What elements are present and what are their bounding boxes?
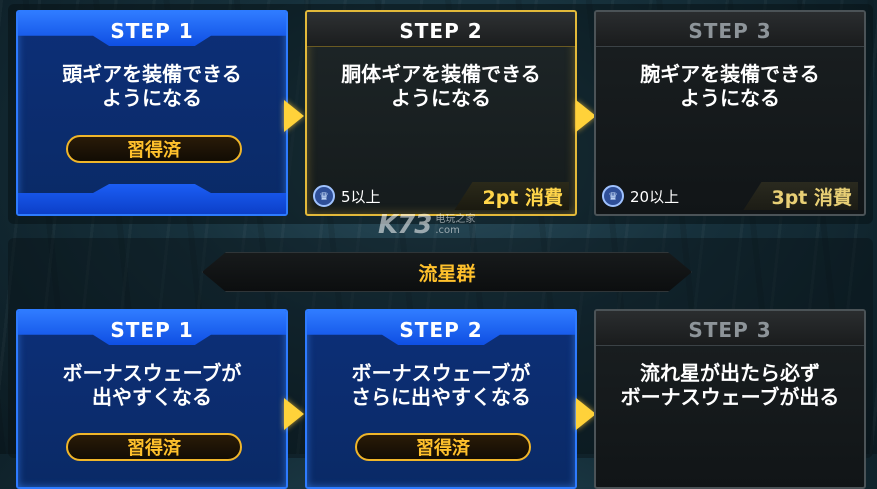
arrow-right-icon bbox=[284, 100, 304, 132]
skill-step-card-top-2[interactable]: STEP 2 胴体ギアを装備できる ようになる ♛ 5以上 2pt 消費 bbox=[305, 10, 577, 216]
site-watermark: K73 电玩之家 .com bbox=[378, 210, 475, 240]
step-description: 胴体ギアを装備できる ようになる bbox=[341, 62, 541, 110]
skill-category-banner: 流星群 bbox=[202, 252, 692, 292]
skill-step-card-bottom-1[interactable]: STEP 1 ボーナスウェーブが 出やすくなる 習得済 bbox=[16, 309, 288, 489]
learned-badge: 習得済 bbox=[66, 433, 242, 461]
step-label: STEP 2 bbox=[399, 318, 483, 342]
learned-badge: 習得済 bbox=[355, 433, 531, 461]
arrow-right-icon bbox=[284, 398, 304, 430]
watermark-subtext: 电玩之家 .com bbox=[435, 214, 476, 236]
skill-step-card-top-3[interactable]: STEP 3 腕ギアを装備できる ようになる ♛ 20以上 3pt 消費 bbox=[594, 10, 866, 216]
step-header: STEP 2 bbox=[307, 12, 575, 47]
step-label: STEP 2 bbox=[399, 19, 483, 43]
step-description: 腕ギアを装備できる ようになる bbox=[640, 62, 820, 110]
crown-badge-icon: ♛ bbox=[313, 185, 335, 207]
level-requirement: ♛ 5以上 bbox=[307, 178, 381, 214]
point-cost: 2pt 消費 bbox=[454, 182, 569, 210]
step-label: STEP 1 bbox=[110, 19, 194, 43]
cost-row: ♛ 20以上 3pt 消費 bbox=[596, 178, 864, 214]
skill-step-card-bottom-3[interactable]: STEP 3 流れ星が出たら必ず ボーナスウェーブが出る bbox=[594, 309, 866, 489]
skill-category-title: 流星群 bbox=[418, 262, 476, 285]
cost-row: ♛ 5以上 2pt 消費 bbox=[307, 178, 575, 214]
learned-badge: 習得済 bbox=[66, 135, 242, 163]
step-description: 頭ギアを装備できる ようになる bbox=[62, 62, 242, 110]
step-label: STEP 3 bbox=[688, 19, 772, 43]
skill-step-card-bottom-2[interactable]: STEP 2 ボーナスウェーブが さらに出やすくなる 習得済 bbox=[305, 309, 577, 489]
step-description: 流れ星が出たら必ず ボーナスウェーブが出る bbox=[620, 361, 840, 409]
step-label: STEP 3 bbox=[688, 318, 772, 342]
card-footer-bar bbox=[18, 184, 286, 214]
step-header: STEP 1 bbox=[18, 12, 286, 46]
watermark-logo: K73 bbox=[378, 210, 432, 240]
step-description: ボーナスウェーブが 出やすくなる bbox=[62, 361, 242, 409]
level-requirement-text: 20以上 bbox=[630, 187, 680, 206]
arrow-right-icon bbox=[576, 100, 596, 132]
step-header: STEP 3 bbox=[596, 311, 864, 346]
point-cost: 3pt 消費 bbox=[743, 182, 858, 210]
step-header: STEP 3 bbox=[596, 12, 864, 47]
arrow-right-icon bbox=[576, 398, 596, 430]
level-requirement: ♛ 20以上 bbox=[596, 178, 679, 214]
crown-badge-icon: ♛ bbox=[602, 185, 624, 207]
step-label: STEP 1 bbox=[110, 318, 194, 342]
level-requirement-text: 5以上 bbox=[341, 187, 381, 206]
step-header: STEP 2 bbox=[307, 311, 575, 345]
step-description: ボーナスウェーブが さらに出やすくなる bbox=[351, 361, 531, 409]
skill-step-card-top-1[interactable]: STEP 1 頭ギアを装備できる ようになる 習得済 bbox=[16, 10, 288, 216]
step-header: STEP 1 bbox=[18, 311, 286, 345]
